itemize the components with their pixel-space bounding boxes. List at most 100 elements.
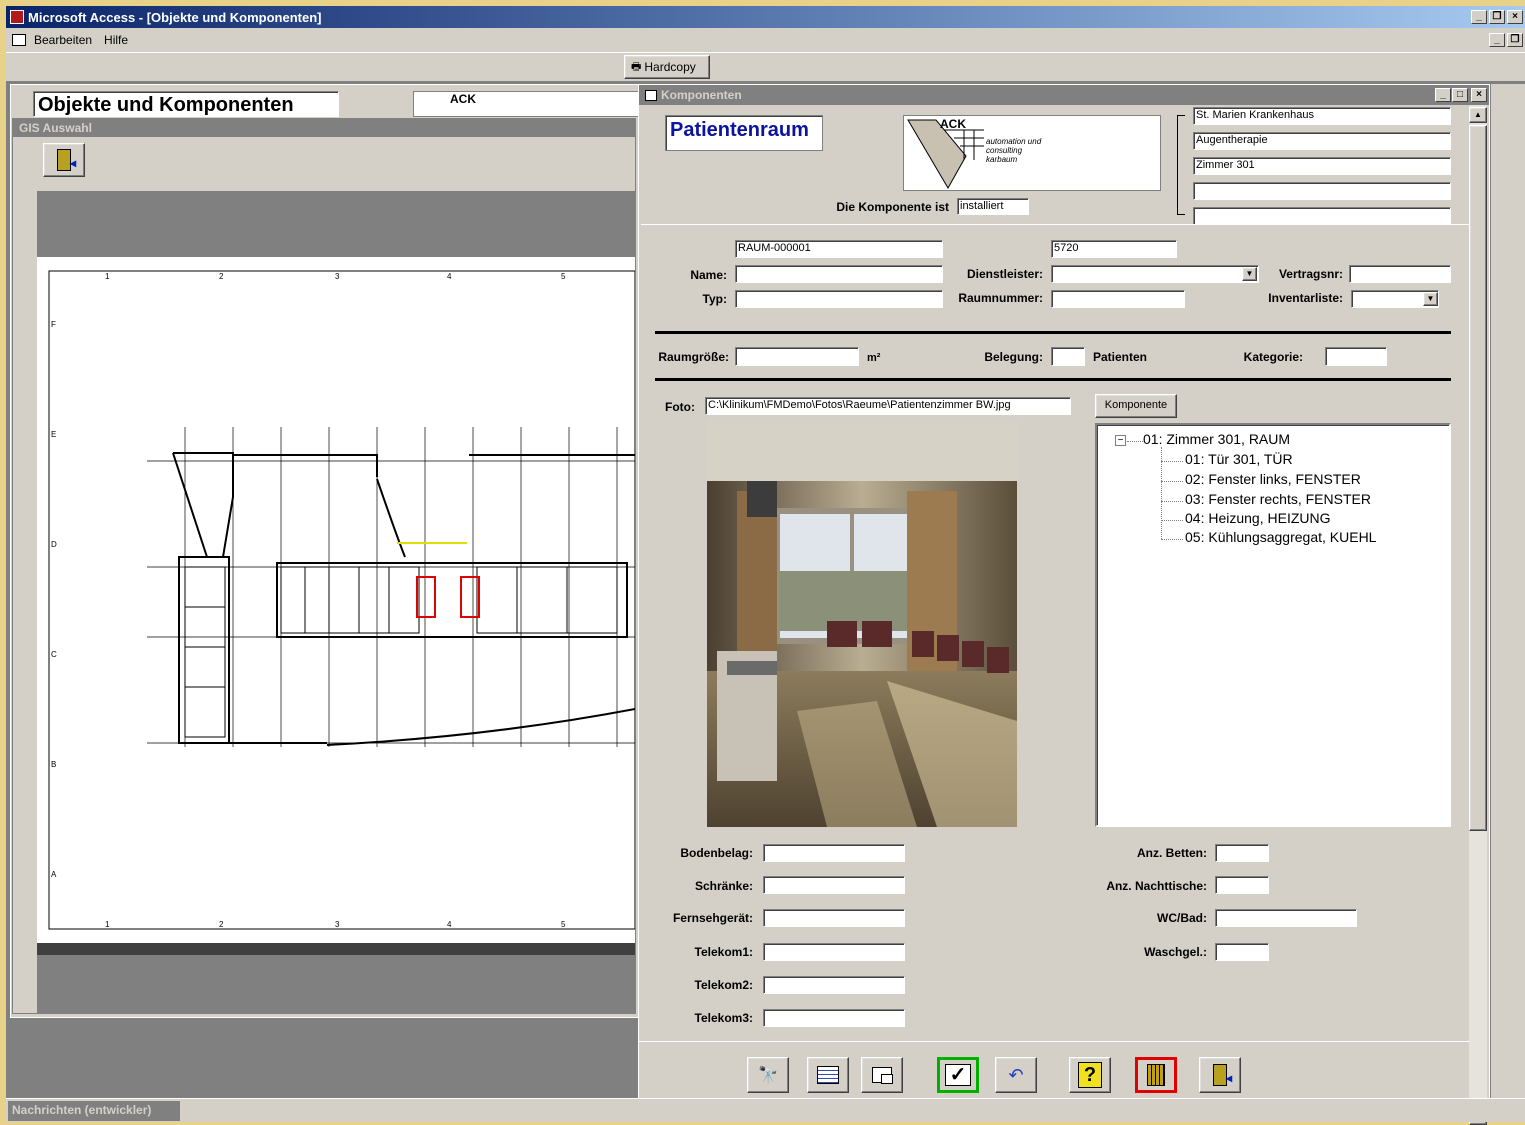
waschgel-label: Waschgel.: (1144, 945, 1207, 959)
hierarchy-field-1[interactable]: St. Marien Krankenhaus (1193, 107, 1451, 125)
ack-logo: ACK automation und consulting karbaum (903, 115, 1161, 191)
status-field[interactable]: installiert (957, 198, 1029, 215)
hierarchy-field-4[interactable] (1193, 182, 1451, 200)
exit-door-icon: ◂ (57, 149, 76, 171)
dienstleister-dropdown-icon[interactable]: ▼ (1242, 267, 1257, 281)
tree-item-4[interactable]: 04: Heizung, HEIZUNG (1185, 510, 1331, 526)
hierarchy-field-2[interactable]: Augentherapie (1193, 132, 1451, 150)
tree-collapse-icon[interactable]: − (1115, 435, 1126, 446)
tree-item-3[interactable]: 03: Fenster rechts, FENSTER (1185, 491, 1371, 507)
fernsehgeraet-field[interactable] (763, 909, 905, 927)
raumgroesse-field[interactable] (735, 347, 859, 366)
hardcopy-button[interactable]: 🖶 Hardcopy (624, 55, 710, 79)
vertragsnr-label: Vertragsnr: (1278, 267, 1343, 281)
help-button[interactable]: ? (1069, 1057, 1111, 1093)
menu-hilfe[interactable]: Hilfe (104, 33, 128, 47)
doc-minimize-icon[interactable]: _ (1489, 33, 1505, 47)
tree-item-5[interactable]: 05: Kühlungsaggregat, KUEHL (1185, 529, 1376, 545)
undo-button[interactable]: ↶ (995, 1057, 1037, 1093)
grid-numbers-top: 1 2 3 4 5 (105, 272, 566, 281)
svg-text:E: E (51, 430, 56, 439)
hierarchy-bracket (1177, 115, 1185, 215)
help-icon: ? (1078, 1062, 1102, 1088)
svg-text:1: 1 (105, 272, 110, 281)
wcbad-field[interactable] (1215, 909, 1357, 927)
room-type-title: Patientenraum (665, 115, 823, 151)
room-id-field[interactable]: RAUM-000001 (735, 240, 943, 258)
header-divider (641, 224, 1471, 225)
schraenke-field[interactable] (763, 876, 905, 894)
grid-letters: F E D C B A (51, 320, 57, 879)
scroll-thumb[interactable] (1469, 125, 1487, 831)
printer-icon: 🖶 (631, 60, 642, 73)
new-record-button[interactable] (807, 1057, 849, 1093)
gis-footer-bar (37, 943, 635, 955)
wcbad-label: WC/Bad: (1157, 911, 1207, 925)
waschgel-field[interactable] (1215, 943, 1269, 961)
belegung-field[interactable] (1051, 347, 1085, 366)
app-close-icon[interactable]: × (1507, 10, 1523, 24)
dienstleister-select[interactable] (1051, 265, 1259, 283)
new-record-icon (817, 1066, 839, 1084)
raumnummer-field[interactable] (1051, 290, 1185, 308)
betten-field[interactable] (1215, 844, 1269, 862)
doc-restore-icon[interactable]: ❐ (1507, 33, 1523, 47)
app-title-bar: Microsoft Access - [Objekte und Komponen… (6, 6, 1525, 28)
name-field[interactable] (735, 265, 943, 283)
copy-record-button[interactable] (861, 1057, 903, 1093)
hierarchy-field-3[interactable]: Zimmer 301 (1193, 157, 1451, 175)
bodenbelag-field[interactable] (763, 844, 905, 862)
vertical-scrollbar[interactable]: ▲ ▼ (1469, 105, 1487, 1125)
binoculars-icon: 🔭 (758, 1067, 778, 1084)
telekom2-field[interactable] (763, 976, 905, 994)
svg-text:C: C (51, 650, 57, 659)
gis-window: GIS Auswahl ◂ 1 2 3 4 5 1 2 3 4 5 F E D … (12, 118, 636, 1014)
svg-text:1: 1 (105, 920, 110, 929)
telekom3-field[interactable] (763, 1009, 905, 1027)
exit-door-icon: ◂ (1213, 1064, 1232, 1086)
typ-field[interactable] (735, 290, 943, 308)
foto-path-field[interactable]: C:\Klinikum\FMDemo\Fotos\Raeume\Patiente… (705, 397, 1071, 415)
komp-close-icon[interactable]: × (1471, 88, 1487, 102)
tree-item-1[interactable]: 01: Tür 301, TÜR (1185, 451, 1293, 467)
footer-divider (639, 1041, 1469, 1042)
save-button[interactable]: ✓ (937, 1057, 979, 1093)
tree-item-2[interactable]: 02: Fenster links, FENSTER (1185, 471, 1361, 487)
component-tree[interactable]: − 01: Zimmer 301, RAUM 01: Tür 301, TÜR … (1095, 423, 1451, 827)
menu-bearbeiten[interactable]: Bearbeiten (34, 33, 92, 47)
vertragsnr-field[interactable] (1349, 265, 1451, 283)
nachttische-field[interactable] (1215, 876, 1269, 894)
komponenten-title: Komponenten (661, 88, 742, 102)
typ-label: Typ: (702, 292, 727, 306)
kategorie-field[interactable] (1325, 347, 1387, 366)
komponenten-title-bar: Komponenten _ □ × (639, 85, 1489, 105)
svg-text:ACK: ACK (940, 117, 966, 131)
inventarliste-dropdown-icon[interactable]: ▼ (1423, 292, 1438, 306)
scroll-up-icon[interactable]: ▲ (1469, 107, 1487, 123)
floor-plan-drawing: 1 2 3 4 5 1 2 3 4 5 F E D C B A (48, 270, 636, 930)
komponente-button[interactable]: Komponente (1095, 394, 1177, 418)
form-menu-icon[interactable] (12, 34, 26, 46)
telekom2-label: Telekom2: (694, 978, 753, 992)
komp-maximize-icon[interactable]: □ (1452, 88, 1468, 102)
raumnummer-label: Raumnummer: (958, 291, 1043, 305)
app-minimize-icon[interactable]: _ (1471, 10, 1487, 24)
komp-minimize-icon[interactable]: _ (1435, 88, 1451, 102)
background-window-edge (1490, 84, 1525, 1098)
hierarchy-field-5[interactable] (1193, 207, 1451, 225)
gis-exit-button[interactable]: ◂ (43, 143, 85, 177)
close-form-button[interactable]: ◂ (1199, 1057, 1241, 1093)
patienten-label: Patienten (1093, 350, 1148, 364)
search-button[interactable]: 🔭 (747, 1057, 789, 1093)
access-app-icon[interactable] (10, 10, 24, 24)
delete-button[interactable] (1135, 1057, 1177, 1093)
status-bar: Nachrichten (entwickler) (6, 1098, 1525, 1122)
tree-root[interactable]: 01: Zimmer 301, RAUM (1143, 431, 1290, 447)
app-title: Microsoft Access - [Objekte und Komponen… (28, 9, 322, 25)
svg-text:F: F (51, 320, 56, 329)
telekom1-field[interactable] (763, 943, 905, 961)
room-number-id-field[interactable]: 5720 (1051, 240, 1177, 258)
floor-plan-canvas[interactable]: 1 2 3 4 5 1 2 3 4 5 F E D C B A (37, 257, 636, 943)
svg-text:5: 5 (561, 920, 566, 929)
app-restore-icon[interactable]: ❐ (1489, 10, 1505, 24)
